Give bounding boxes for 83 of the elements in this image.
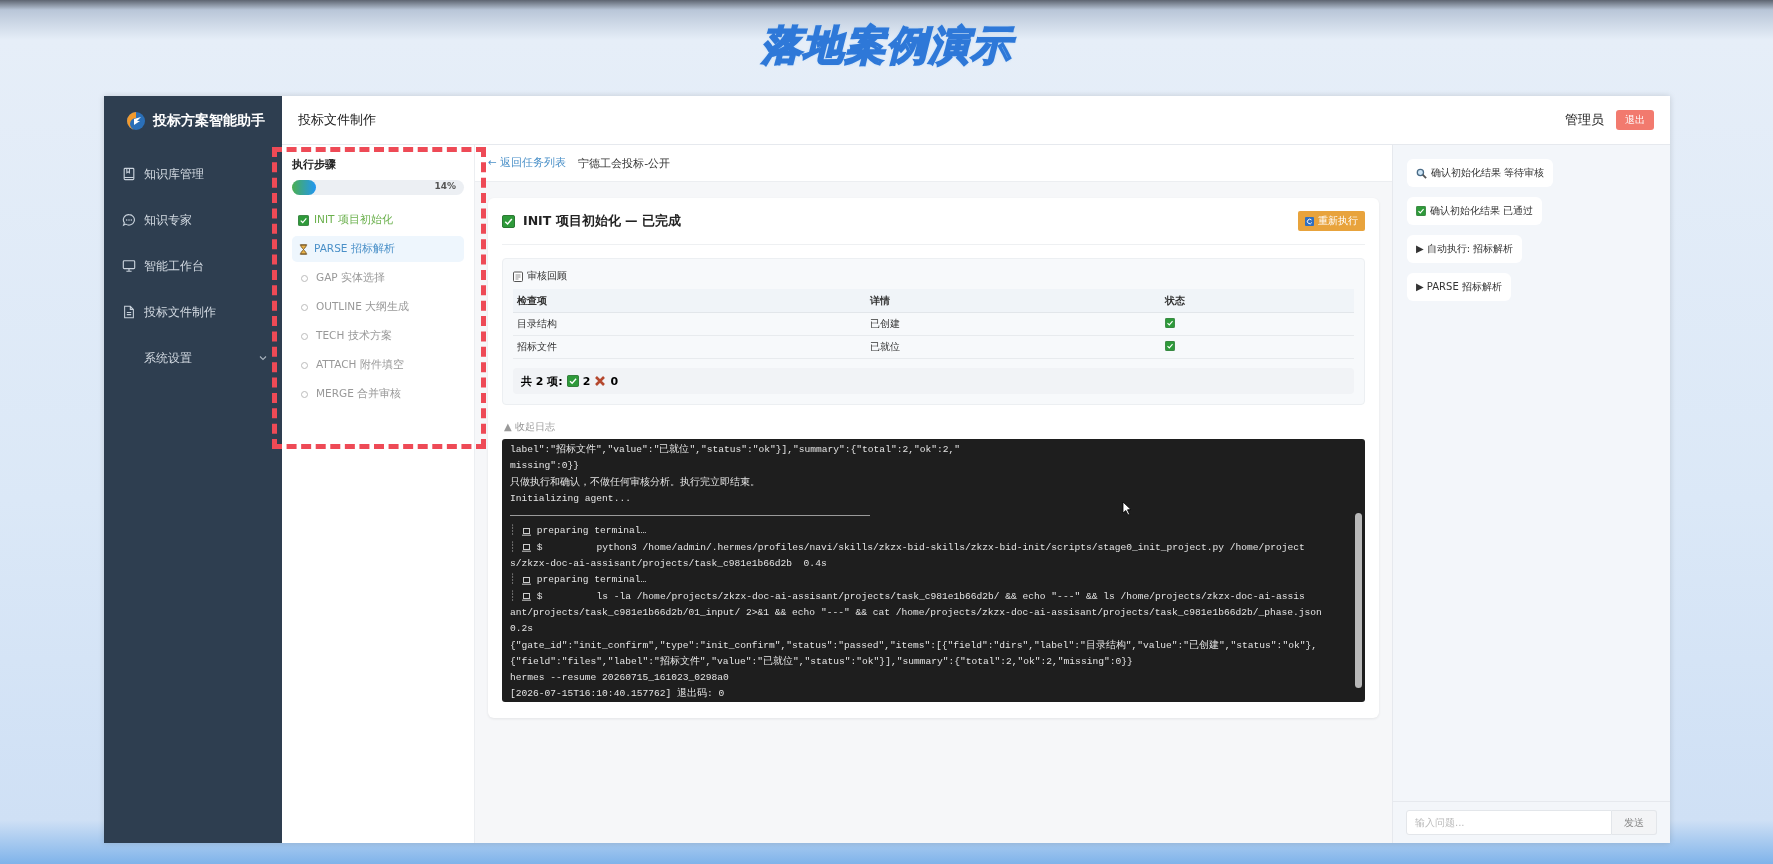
table-cell: 招标文件 — [513, 335, 867, 359]
nav-item[interactable]: 投标文件制作 — [104, 289, 282, 335]
chat-message: 确认初始化结果 等待审核 — [1407, 159, 1554, 187]
log-gutter: ┊ — [510, 523, 516, 539]
cross-icon — [594, 375, 607, 387]
document-icon — [122, 305, 136, 319]
log-line: {"field":"files","label":"招标文件","value":"已就位","status":"ok"}],"summary":{"total":2,"ok":2,"missing":0}} — [510, 654, 1134, 669]
chat-icon — [122, 213, 136, 227]
nav-item[interactable]: 系统设置 — [104, 335, 282, 381]
table-cell: 已就位 — [866, 335, 1161, 359]
log-line: [2026-07-15T16:10:40.157762] 退出码: 0 — [510, 686, 726, 702]
status-check-icon — [1164, 318, 1175, 328]
step-item[interactable]: INIT 项目初始化 — [292, 207, 464, 233]
search-icon — [1416, 167, 1427, 179]
check-icon — [502, 214, 515, 228]
app-name: 投标方案智能助手 — [153, 111, 265, 130]
logo-icon — [126, 110, 146, 131]
summary-label: 共 2 项: — [521, 373, 563, 389]
ok-count: 2 — [582, 374, 591, 388]
question-input[interactable]: 输入问题... — [1406, 810, 1612, 835]
nav-item[interactable]: 智能工作台 — [104, 243, 282, 289]
step-item[interactable]: TECH 技术方案 — [292, 323, 464, 349]
book-icon — [122, 167, 136, 181]
log-prompt: $ — [536, 540, 543, 555]
column-header: 状态 — [1160, 289, 1354, 313]
laptop-icon — [521, 527, 531, 536]
nav-item[interactable]: 知识专家 — [104, 197, 282, 243]
laptop-icon — [521, 576, 531, 585]
collapse-log-toggle[interactable]: ▲ 收起日志 — [504, 420, 1365, 434]
slide-title: 落地案例演示 — [760, 20, 1013, 70]
page-title: 投标文件制作 — [298, 111, 377, 129]
table-cell: 已创建 — [866, 312, 1161, 336]
chat-message: ▶ 自动执行: 招标解析 — [1407, 235, 1523, 263]
column-header: 检查项 — [513, 289, 867, 313]
log-gutter: ┊ — [510, 540, 516, 555]
logout-button[interactable]: 退出 — [1616, 110, 1654, 130]
log-line: label":"招标文件","value":"已就位","status":"ok"}],"summary":{"total":2,"ok":2," — [510, 442, 961, 457]
log-line: s/zkzx-doc-ai-assisant/projects/task_c981e1b66d2b 0.4s — [510, 557, 828, 572]
step-item[interactable]: GAP 实体选择 — [292, 265, 464, 291]
log-line: python3 /home/admin/.hermes/profiles/navi/skills/zkzx-bid-skills/zkzx-bid-init/scripts/stage0_init_project.py /home/project — [596, 540, 1305, 555]
rerun-button[interactable]: 重新执行 — [1298, 211, 1365, 231]
hourglass-icon — [298, 243, 309, 255]
log-line: ant/projects/task_c981e1b66d2b/01_input/ 2>&1 && echo "---" && cat /home/projects/zkzx-doc-ai-assisant/projects/task_c981e1b66d2b/_phase.json — [510, 605, 1323, 620]
log-line: {"gate_id":"init_confirm","type":"init_confirm","status":"passed","items":[{"field":"dirs","label":"目录结构","value":"已创建","status":"ok"}, — [510, 638, 1318, 653]
refresh-icon — [1305, 216, 1314, 226]
back-link[interactable]: ← 返回任务列表 — [488, 156, 567, 170]
column-header: 详情 — [866, 289, 1161, 313]
step-item[interactable]: ATTACH 附件填空 — [292, 352, 464, 378]
log-line: hermes --resume 20260715_161023_0298a0 — [510, 671, 730, 686]
check-icon — [566, 375, 579, 387]
send-button[interactable]: 发送 — [1612, 810, 1657, 835]
log-line: preparing terminal… — [536, 573, 647, 588]
mouse-pointer-icon — [1122, 501, 1132, 516]
nav-item[interactable]: 知识库管理 — [104, 151, 282, 197]
review-title: 审核回顾 — [527, 269, 567, 283]
steps-title: 执行步骤 — [292, 157, 337, 172]
log-prompt: $ — [536, 589, 543, 604]
log-line: missing":0}} — [510, 459, 581, 474]
log-line: ls -la /home/projects/zkzx-doc-ai-assisant/projects/task_c981e1b66d2b/ && echo "---" && ls /home/projects/zkzx-doc-ai-assis — [596, 589, 1305, 604]
chat-message: ▶ PARSE 招标解析 — [1407, 273, 1511, 301]
clipboard-icon — [513, 270, 523, 282]
monitor-icon — [122, 259, 136, 273]
log-line: preparing terminal… — [536, 524, 647, 539]
laptop-icon — [521, 543, 531, 552]
laptop-icon — [521, 592, 531, 601]
log-line: Initializing agent... — [510, 491, 632, 506]
task-title: 宁德工会投标-公开 — [578, 155, 671, 171]
check-icon — [1416, 206, 1426, 216]
failed-count: 0 — [610, 374, 619, 388]
log-line: 0.2s — [510, 622, 535, 637]
log-line: 只做执行和确认，不做任何审核分析。执行完立即结束。 — [510, 475, 761, 490]
chat-message: 确认初始化结果 已通过 — [1407, 197, 1543, 225]
user-name: 管理员 — [1565, 111, 1604, 129]
step-item[interactable]: PARSE 招标解析 — [292, 236, 464, 262]
log-gutter: ┊ — [510, 589, 516, 604]
progress-reading: 14% — [434, 181, 456, 191]
log-gutter: ┊ — [510, 572, 516, 588]
step-item[interactable]: MERGE 合并审核 — [292, 381, 464, 407]
check-icon — [298, 214, 309, 226]
step-item[interactable]: OUTLINE 大纲生成 — [292, 294, 464, 320]
stage-title: INIT 项目初始化 — 已完成 — [523, 212, 682, 230]
status-check-icon — [1164, 341, 1175, 351]
table-cell: 目录结构 — [513, 312, 867, 336]
